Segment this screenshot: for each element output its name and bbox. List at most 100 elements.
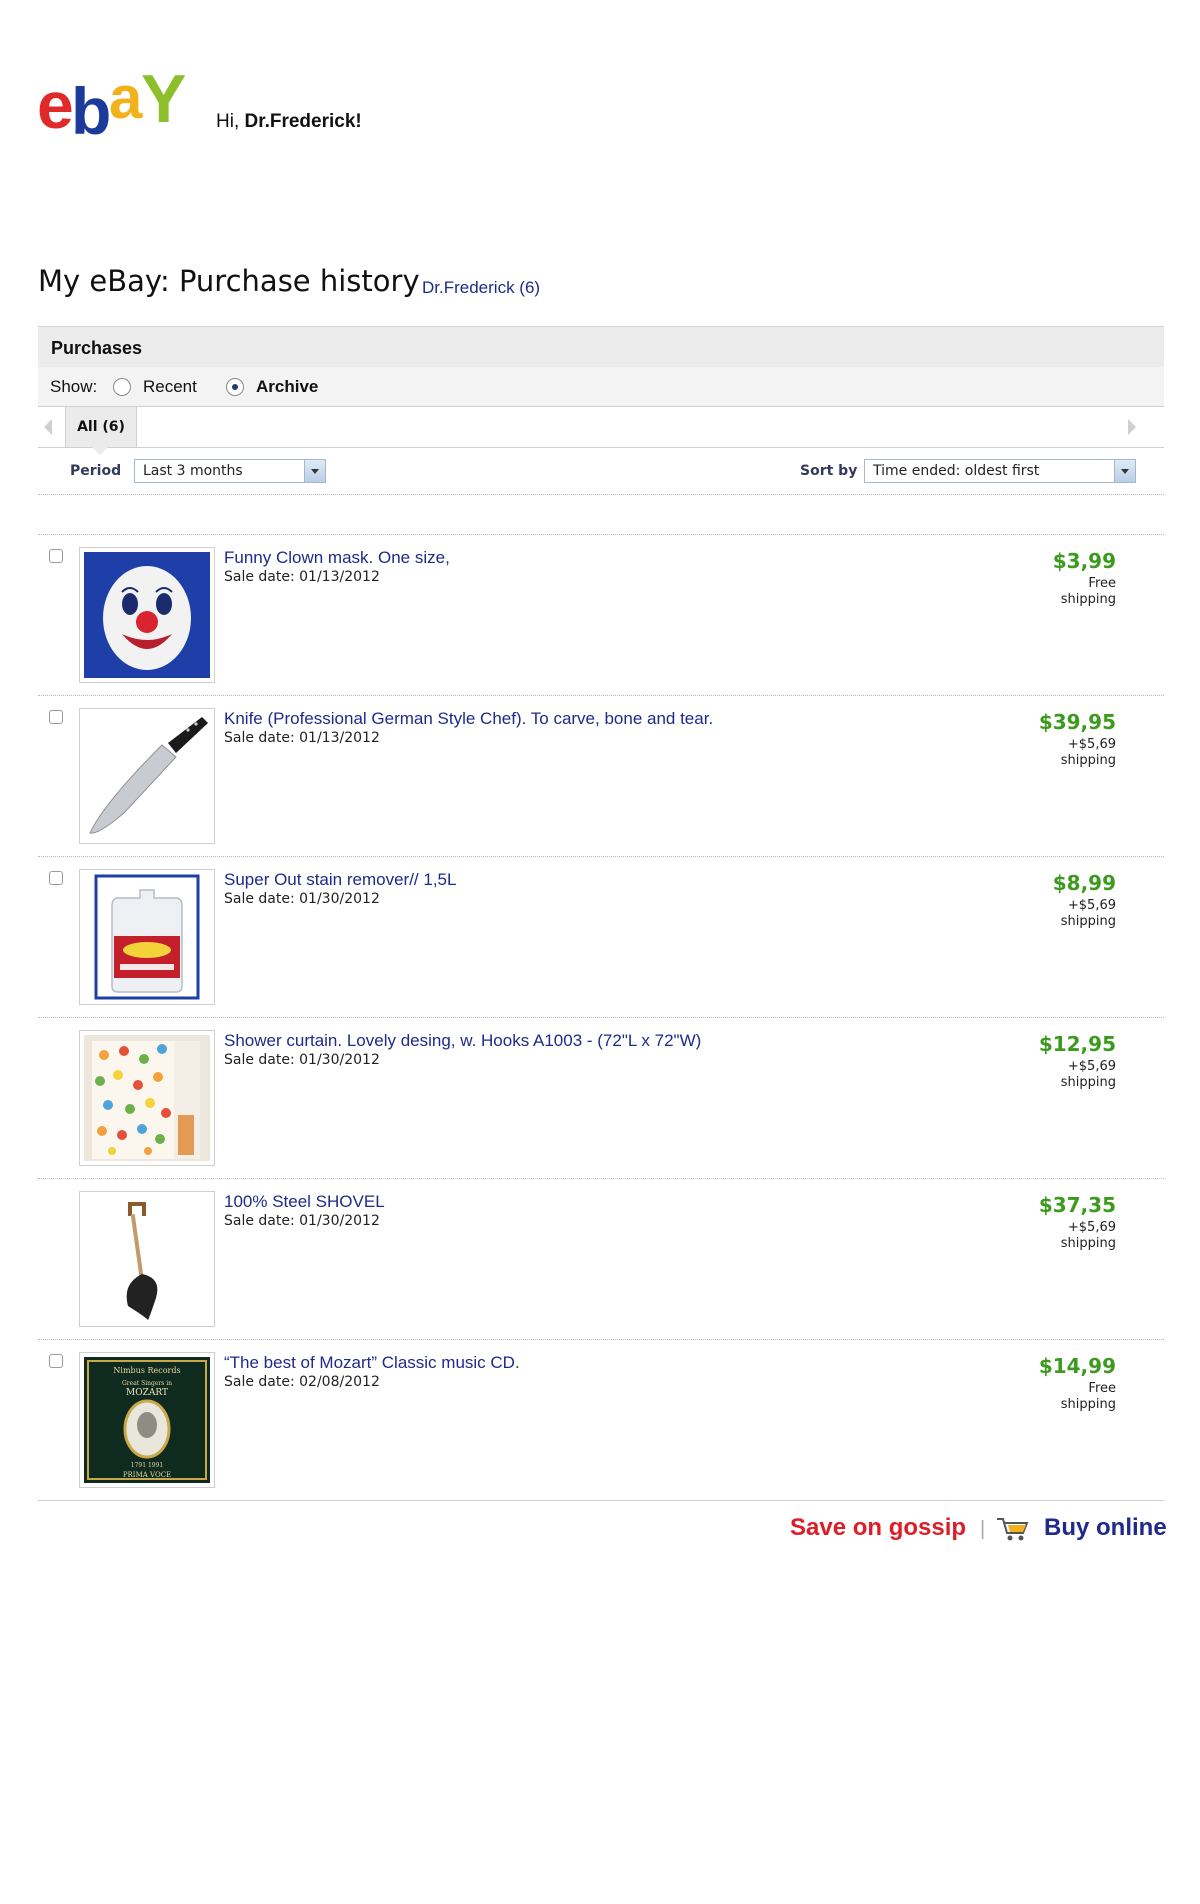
shipping-info: +$5,69 shipping <box>1026 1220 1116 1252</box>
shipping-line: +$5,69 <box>1067 898 1116 913</box>
show-label: Show: <box>50 377 98 396</box>
chevron-down-icon[interactable] <box>304 460 325 482</box>
shipping-info: Free shipping <box>1026 1381 1116 1413</box>
svg-text:b: b <box>71 74 109 144</box>
period-select[interactable]: Last 3 months <box>134 459 326 483</box>
item-thumbnail[interactable]: Nimbus Records Great Singers in MOZART 1… <box>79 1352 215 1488</box>
shovel-icon <box>126 1202 158 1320</box>
shipping-info: Free shipping <box>1026 576 1116 608</box>
footer-separator: | <box>980 1518 986 1540</box>
item-thumbnail[interactable] <box>79 1191 215 1327</box>
show-filter-bar: Show: Recent Archive <box>38 367 1164 407</box>
item-title-link[interactable]: 100% Steel SHOVEL <box>224 1192 385 1212</box>
purchases-header: Purchases <box>38 326 1164 368</box>
sort-select[interactable]: Time ended: oldest first <box>864 459 1136 483</box>
sale-date: Sale date: 01/13/2012 <box>224 569 380 585</box>
item-price: $12,95 <box>1038 1032 1116 1056</box>
scroll-right-icon[interactable] <box>1128 419 1136 435</box>
item-checkbox[interactable] <box>49 871 63 885</box>
item-thumbnail[interactable] <box>79 869 215 1005</box>
jug-icon <box>94 874 200 1000</box>
shipping-info: +$5,69 shipping <box>1026 737 1116 769</box>
item-checkbox[interactable] <box>49 710 63 724</box>
scroll-left-icon[interactable] <box>44 419 52 435</box>
chevron-down-icon[interactable] <box>1114 460 1135 482</box>
shipping-info: +$5,69 shipping <box>1026 1059 1116 1091</box>
ebay-logo[interactable]: e b a Y <box>37 61 207 148</box>
tab-pointer <box>92 447 108 455</box>
recent-radio[interactable] <box>113 378 131 396</box>
greeting-username: Dr.Frederick! <box>244 111 362 132</box>
shipping-line: Free <box>1088 576 1116 591</box>
svg-text:Y: Y <box>141 66 186 137</box>
mozart-cd-icon: Nimbus Records Great Singers in MOZART 1… <box>84 1357 210 1483</box>
tab-row: All (6) <box>38 407 1164 455</box>
shipping-info: +$5,69 shipping <box>1026 898 1116 930</box>
list-item: 100% Steel SHOVEL Sale date: 01/30/2012 … <box>38 1179 1164 1340</box>
list-item: Nimbus Records Great Singers in MOZART 1… <box>38 1340 1164 1501</box>
item-checkbox[interactable] <box>49 549 63 563</box>
cd-years: 1791 1991 <box>131 1462 163 1469</box>
list-item: Funny Clown mask. One size, Sale date: 0… <box>38 535 1164 696</box>
recent-label[interactable]: Recent <box>143 377 197 397</box>
period-label: Period <box>70 463 122 479</box>
greeting: Hi, Dr.Frederick! <box>216 111 362 133</box>
sort-label: Sort by <box>800 463 858 479</box>
sale-date: Sale date: 01/30/2012 <box>224 891 380 907</box>
buy-online-link[interactable]: Buy online <box>1044 1514 1167 1542</box>
save-on-gossip-link[interactable]: Save on gossip <box>790 1514 966 1542</box>
shopping-cart-icon[interactable] <box>996 1515 1030 1543</box>
shipping-line: shipping <box>1060 592 1116 607</box>
sort-value: Time ended: oldest first <box>873 463 1040 479</box>
shower-curtain-icon <box>84 1035 210 1161</box>
list-item: Shower curtain. Lovely desing, w. Hooks … <box>38 1018 1164 1179</box>
shipping-line: shipping <box>1060 1397 1116 1412</box>
knife-icon <box>89 717 208 834</box>
shipping-line: shipping <box>1060 1236 1116 1251</box>
item-title-link[interactable]: Knife (Professional German Style Chef). … <box>224 709 713 729</box>
item-price: $37,35 <box>1038 1193 1116 1217</box>
shipping-line: shipping <box>1060 1075 1116 1090</box>
item-thumbnail[interactable] <box>79 1030 215 1166</box>
clown-mask-icon <box>84 552 210 678</box>
item-title-link[interactable]: Shower curtain. Lovely desing, w. Hooks … <box>224 1031 701 1051</box>
list-item: Super Out stain remover// 1,5L Sale date… <box>38 857 1164 1018</box>
item-price: $8,99 <box>1052 871 1116 895</box>
sale-date: Sale date: 02/08/2012 <box>224 1374 380 1390</box>
item-thumbnail[interactable] <box>79 547 215 683</box>
sale-date: Sale date: 01/30/2012 <box>224 1052 380 1068</box>
shipping-line: Free <box>1088 1381 1116 1396</box>
list-item: Knife (Professional German Style Chef). … <box>38 696 1164 857</box>
item-title-link[interactable]: “The best of Mozart” Classic music CD. <box>224 1353 520 1373</box>
cd-label: Nimbus Records <box>113 1366 180 1375</box>
sale-date: Sale date: 01/30/2012 <box>224 1213 380 1229</box>
shipping-line: shipping <box>1060 753 1116 768</box>
purchases-title: Purchases <box>51 338 143 358</box>
item-price: $39,95 <box>1038 710 1116 734</box>
shipping-line: +$5,69 <box>1067 1059 1116 1074</box>
greeting-prefix: Hi, <box>216 111 245 132</box>
shipping-line: shipping <box>1060 914 1116 929</box>
item-price: $14,99 <box>1038 1354 1116 1378</box>
sale-date: Sale date: 01/13/2012 <box>224 730 380 746</box>
tab-all[interactable]: All (6) <box>65 407 137 447</box>
item-title-link[interactable]: Funny Clown mask. One size, <box>224 548 450 568</box>
item-checkbox[interactable] <box>49 1354 63 1368</box>
cd-subtitle: Great Singers in <box>122 1380 172 1387</box>
period-value: Last 3 months <box>143 463 243 479</box>
archive-radio[interactable] <box>226 378 244 396</box>
tab-all-label: All (6) <box>77 419 125 435</box>
shipping-line: +$5,69 <box>1067 737 1116 752</box>
svg-text:a: a <box>109 66 143 131</box>
user-feedback-link[interactable]: Dr.Frederick (6) <box>422 278 540 298</box>
svg-text:e: e <box>37 68 72 142</box>
cd-name: MOZART <box>126 1388 168 1398</box>
item-thumbnail[interactable] <box>79 708 215 844</box>
divider <box>38 494 1164 495</box>
item-title-link[interactable]: Super Out stain remover// 1,5L <box>224 870 456 890</box>
cd-series: PRIMA VOCE <box>123 1471 171 1479</box>
item-price: $3,99 <box>1052 549 1116 573</box>
page-title: My eBay: Purchase history <box>38 264 420 298</box>
archive-label[interactable]: Archive <box>256 377 318 397</box>
shipping-line: +$5,69 <box>1067 1220 1116 1235</box>
